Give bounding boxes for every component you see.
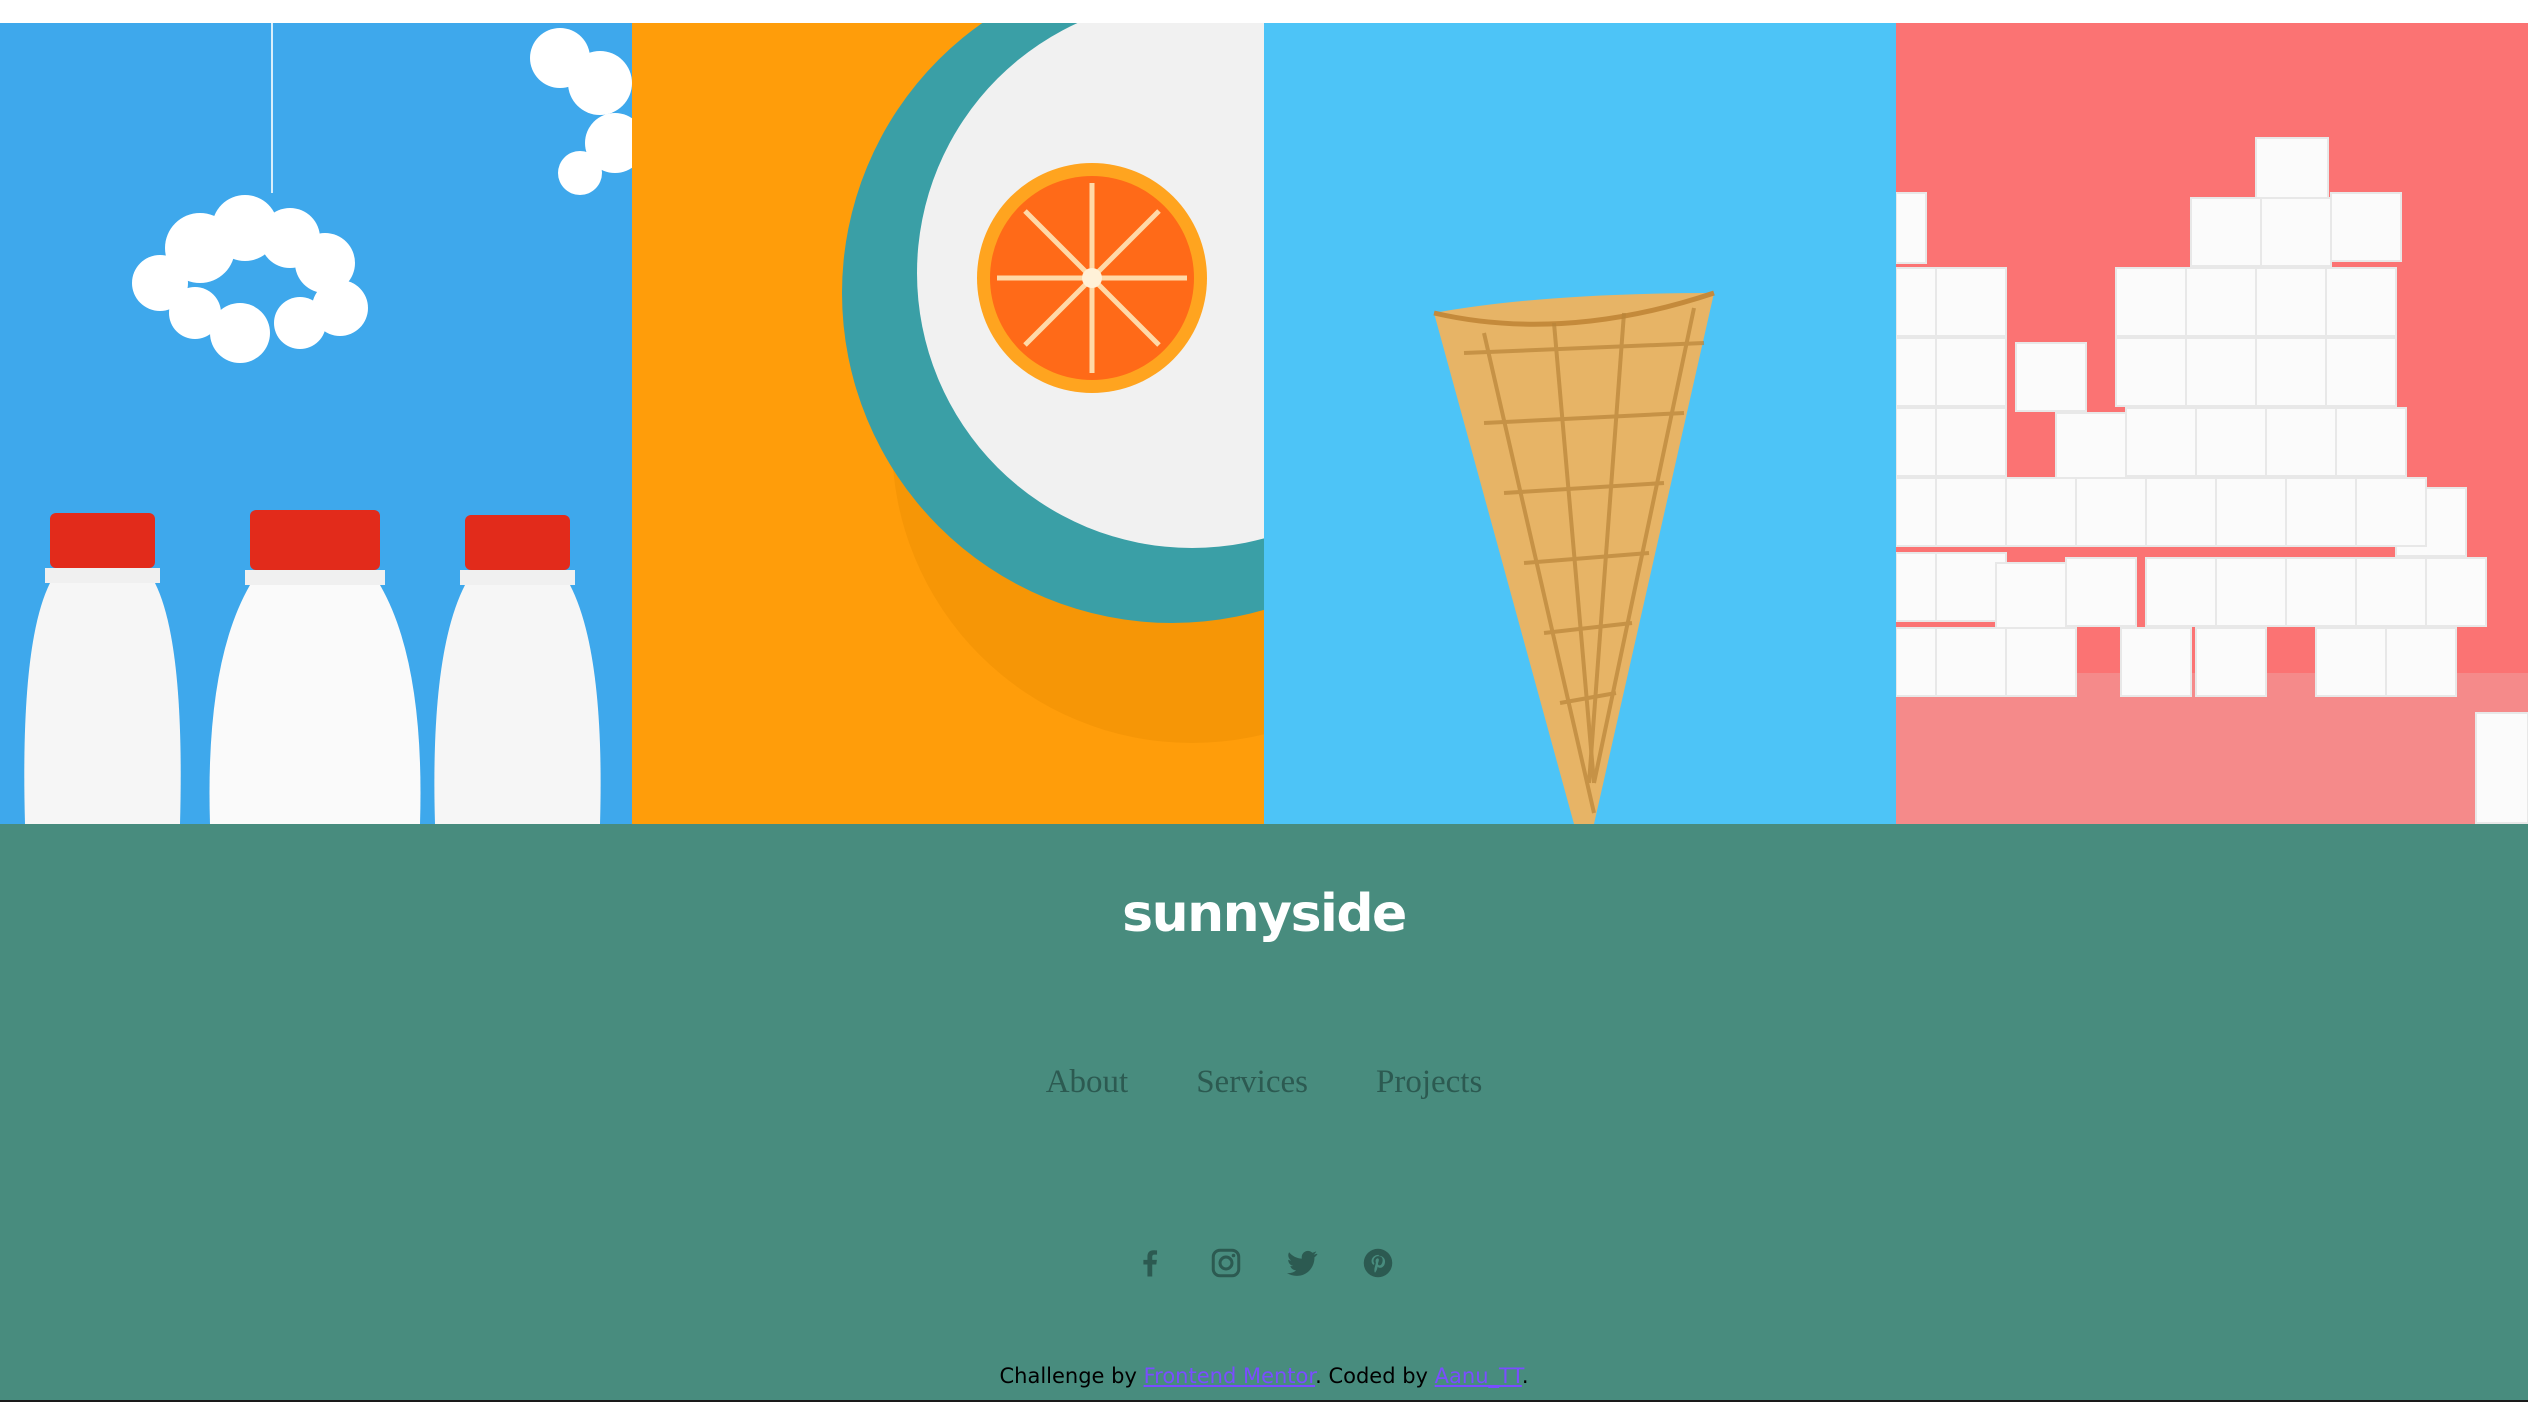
attribution-prefix: Challenge by <box>999 1364 1144 1388</box>
attribution-middle: . Coded by <box>1315 1364 1435 1388</box>
orange-plate-image <box>632 23 1264 824</box>
sugar-cubes-image <box>1896 23 2528 824</box>
instagram-icon[interactable] <box>1208 1245 1244 1281</box>
footer-logo[interactable]: sunnyside <box>0 884 2528 944</box>
social-links <box>0 1245 2528 1281</box>
twitter-icon[interactable] <box>1284 1245 1320 1281</box>
attribution-suffix: . <box>1521 1364 1529 1388</box>
footer-nav-services[interactable]: Services <box>1196 1064 1308 1101</box>
facebook-icon[interactable] <box>1132 1245 1168 1281</box>
footer-nav: About Services Projects <box>0 1064 2528 1101</box>
site-footer: sunnyside About Services Projects Challe… <box>0 824 2528 1402</box>
author-link[interactable]: Aanu_TT <box>1435 1364 1522 1388</box>
pinterest-icon[interactable] <box>1360 1245 1396 1281</box>
attribution: Challenge by Frontend Mentor. Coded by A… <box>0 1364 2528 1388</box>
footer-nav-about[interactable]: About <box>1046 1064 1129 1101</box>
image-gallery <box>0 23 2528 824</box>
milk-bottles-image <box>0 23 632 824</box>
frontend-mentor-link[interactable]: Frontend Mentor <box>1144 1364 1316 1388</box>
ice-cream-cone-image <box>1264 23 1896 824</box>
footer-nav-projects[interactable]: Projects <box>1376 1064 1482 1101</box>
